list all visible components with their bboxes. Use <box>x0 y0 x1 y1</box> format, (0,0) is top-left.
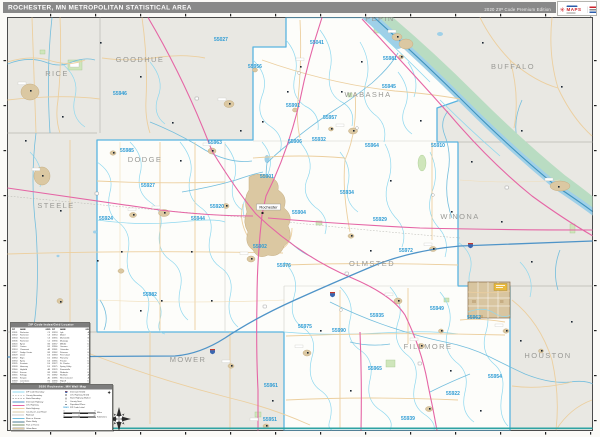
zip-code-label: 55920 <box>210 204 224 210</box>
logo-wordmark: MAPS <box>566 7 582 12</box>
zip-code-label: 55944 <box>191 216 205 222</box>
zip-code-label: 55901 <box>260 174 274 180</box>
zip-code-label: 55902 <box>253 244 267 250</box>
county-label: FILLMORE <box>404 342 453 351</box>
logo-burst-icon: ✳ <box>559 5 565 14</box>
mini-compass-icon: ✦ <box>106 390 112 396</box>
zip-code-label: 55904 <box>292 210 306 216</box>
county-label: MOWER <box>170 355 207 364</box>
publisher-logo: ✳ MAPS <box>557 1 597 16</box>
zip-code-label: 55934 <box>340 190 354 196</box>
county-label: GOODHUE <box>116 55 165 64</box>
wall-map-page: Rochester RICE GOODHUE PEPIN WABASHA BUFFALO… <box>0 0 600 437</box>
map-key-symbols: ✦ Interstate Shield U.S. Highway Shield St… <box>63 390 113 431</box>
zip-code-label: 55956 <box>248 64 262 70</box>
zip-code-label: 55946 <box>113 91 127 97</box>
inset-map <box>467 281 511 319</box>
zip-code-label: 55041 <box>310 40 324 46</box>
zip-code-label: 55961 <box>264 383 278 389</box>
zip-code-label: 55991 <box>286 103 300 109</box>
county-label: STEELE <box>37 201 74 210</box>
zip-code-label: 55939 <box>401 416 415 422</box>
logo-tagline <box>566 12 576 14</box>
page-title: ROCHESTER, MN METROPOLITAN STATISTICAL A… <box>8 3 192 12</box>
zip-code-label: 55949 <box>430 306 444 312</box>
edition-label: 2020 ZIP Code Premium Edition <box>484 7 551 12</box>
legend-item: Urban Area <box>12 427 61 430</box>
zip-code-label: 55932 <box>312 137 326 143</box>
logo-sideblock <box>587 6 596 13</box>
zip-code-label: 55927 <box>141 183 155 189</box>
zip-code-label: 55982 <box>143 292 157 298</box>
zip-code-label: 55962 <box>467 315 481 321</box>
scale-bars: 0 4 8 Miles 0 6 12 Kilometers <box>63 410 107 419</box>
zip-code-label: 55964 <box>365 143 379 149</box>
county-label: OLMSTED <box>349 259 395 268</box>
zip-code-label: 55924 <box>99 216 113 222</box>
zip-code-label: 55985 <box>120 148 134 154</box>
zip-index-table: ZIP NAME GRID 55901 Rochester C3 55902 Rocheste… <box>11 328 89 383</box>
zip-index-panel: ZIP Code Index/Grid Locator ZIP NAME GRID 5… <box>10 322 90 384</box>
map-key-panel: 2020 Rochester, MN Wall Map ZIP Code Bou… <box>10 384 113 431</box>
zip-code-label: 55951 <box>263 417 277 423</box>
county-label: DODGE <box>128 155 163 164</box>
county-label: WINONA <box>440 212 479 221</box>
zip-code-label: 55972 <box>399 248 413 254</box>
zip-code-label: 55963 <box>208 140 222 146</box>
svg-text:Rochester: Rochester <box>259 205 278 210</box>
zip-code-label: 55910 <box>431 143 445 149</box>
county-label: PEPIN <box>365 14 395 23</box>
zip-code-label: 55027 <box>214 37 228 43</box>
title-bar: ROCHESTER, MN METROPOLITAN STATISTICAL A… <box>3 2 556 13</box>
zip-code-label: 55976 <box>277 263 291 269</box>
zip-code-label: 55954 <box>488 374 502 380</box>
zip-code-label: 55981 <box>383 56 397 62</box>
county-label: RICE <box>45 69 69 78</box>
county-label: BUFFALO <box>491 62 535 71</box>
zip-code-label: 55965 <box>368 366 382 372</box>
zip-code-label: 55975 <box>298 324 312 330</box>
county-label: WABASHA <box>344 90 391 99</box>
zip-code-label: 55945 <box>382 84 396 90</box>
legend-symbol: 55901 ZIP Code Label <box>63 406 85 409</box>
county-label: HOUSTON <box>524 351 571 360</box>
zip-code-label: 55990 <box>332 328 346 334</box>
zip-code-label: 55929 <box>373 217 387 223</box>
zip-code-label: 55922 <box>446 391 460 397</box>
zip-code-label: 55935 <box>370 313 384 319</box>
zip-code-label: 55957 <box>323 115 337 121</box>
map-key-items: ZIP Code Boundary County Boundary State Bo… <box>12 391 61 431</box>
zip-code-label: 55906 <box>288 139 302 145</box>
map-canvas[interactable]: Rochester RICE GOODHUE PEPIN WABASHA BUFFALO… <box>0 0 600 437</box>
